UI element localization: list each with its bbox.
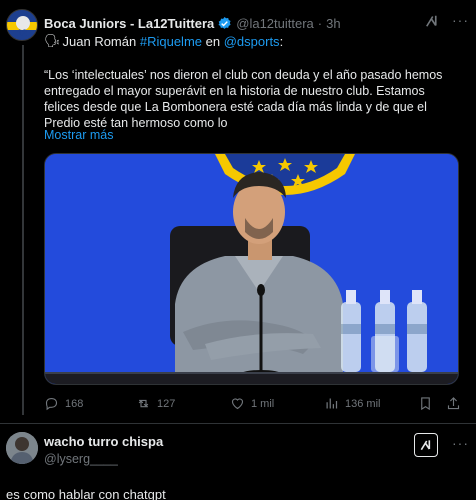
like-button[interactable]: 1 mil — [230, 396, 274, 411]
post-body: “Los ‘intelectuales’ nos dieron el club … — [44, 68, 443, 130]
grok-button[interactable] — [414, 433, 438, 457]
views-button[interactable]: 136 mil — [324, 396, 380, 411]
hashtag-link[interactable]: #Riquelme — [140, 34, 202, 49]
share-button[interactable] — [446, 396, 467, 411]
speaking-head-icon: 🗣 — [44, 33, 61, 48]
intro-connector: en — [205, 33, 221, 49]
reply-display-name[interactable]: wacho turro chispa — [44, 434, 163, 449]
retweet-button[interactable]: 127 — [136, 396, 175, 411]
press-conference-photo — [45, 154, 458, 384]
post-image[interactable] — [44, 153, 459, 385]
separator-dot: · — [317, 15, 323, 31]
reply-count: 168 — [65, 397, 84, 410]
post-actions: 168 127 1 mil 136 mil — [44, 396, 464, 416]
post-intro-line: 🗣 Juan Román #Riquelme en @dsports: — [44, 33, 283, 49]
author-handle[interactable]: @la12tuittera — [236, 16, 314, 31]
intro-colon: : — [279, 33, 284, 49]
intro-name: Juan Román — [62, 33, 137, 49]
like-count: 1 mil — [251, 397, 275, 410]
retweet-icon — [138, 399, 149, 408]
thread-connector-line — [22, 45, 24, 415]
main-post[interactable]: 12 Boca Juniors - La12Tuittera @la12tuit… — [0, 0, 476, 424]
bookmark-icon — [421, 397, 430, 411]
reply-post[interactable]: wacho turro chispa @lyserg____ ··· es co… — [0, 424, 476, 500]
retweet-count: 127 — [157, 397, 176, 410]
reply-body: es como hablar con chatgpt — [6, 487, 166, 500]
reply-icon — [45, 397, 58, 411]
share-icon — [447, 397, 460, 410]
grok-icon — [420, 440, 431, 451]
grok-icon[interactable] — [423, 12, 441, 30]
post-time[interactable]: 3h — [326, 16, 340, 31]
views-count: 136 mil — [345, 397, 381, 410]
show-more-link[interactable]: Mostrar más — [44, 128, 113, 142]
reply-button[interactable]: 168 — [44, 396, 83, 411]
author-display-name[interactable]: Boca Juniors - La12Tuittera — [44, 16, 214, 31]
bookmark-button[interactable] — [418, 396, 439, 411]
reply-avatar[interactable] — [6, 432, 38, 464]
more-options-icon[interactable]: ··· — [452, 435, 469, 451]
heart-icon — [231, 398, 244, 410]
views-icon — [326, 398, 338, 409]
post-header: Boca Juniors - La12Tuittera @la12tuitter… — [44, 14, 341, 32]
reply-handle[interactable]: @lyserg____ — [44, 452, 118, 466]
mention-link[interactable]: @dsports — [224, 34, 280, 49]
more-options-icon[interactable]: ··· — [452, 12, 470, 30]
avatar[interactable]: 12 — [6, 9, 38, 41]
verified-badge-icon — [218, 16, 231, 29]
